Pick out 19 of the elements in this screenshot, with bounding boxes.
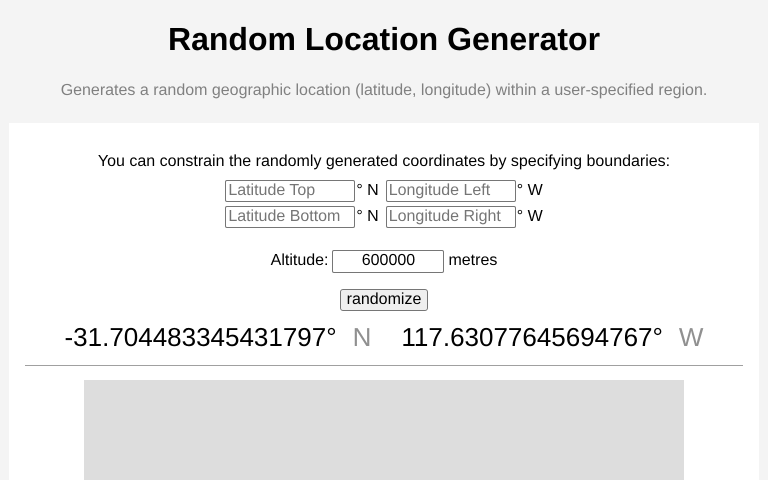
page-title: Random Location Generator [168, 20, 600, 58]
coordinate-field[interactable]: Latitude Bottom [225, 206, 356, 228]
randomize-button[interactable]: randomize [340, 289, 428, 311]
instructions-text: You can constrain the randomly generated coordinates by specifying boundaries: [98, 153, 670, 171]
page-subtitle: Generates a random geographic location (latitude, longitude) within a user-specified region. [60, 81, 708, 101]
unit-label: ° W [516, 181, 543, 201]
direction-label: N [352, 321, 372, 353]
unit-label: ° W [516, 207, 543, 227]
coordinate-field[interactable]: Latitude Top [225, 180, 356, 202]
coordinate-value: -31.704483345431797° [64, 321, 337, 353]
altitude-field[interactable]: 600000 [332, 250, 444, 272]
coordinate-field[interactable]: Longitude Left [386, 180, 516, 202]
direction-label: W [678, 321, 704, 353]
coordinate-field[interactable]: Longitude Right [386, 206, 516, 228]
unit-label: ° N [356, 181, 379, 201]
coordinate-value: 117.63077645694767° [401, 321, 663, 353]
altitude-unit: metres [448, 251, 498, 271]
unit-label: ° N [356, 207, 379, 227]
altitude-label: Altitude: [270, 251, 328, 271]
